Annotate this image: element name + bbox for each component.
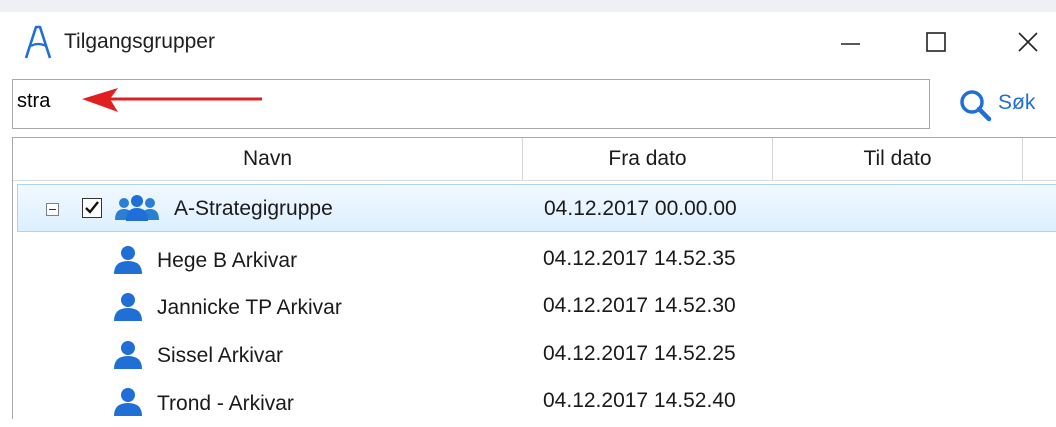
maximize-button[interactable]: [916, 22, 956, 60]
group-tree-grid: Navn Fra dato Til dato A-Strategigruppe …: [12, 137, 1056, 419]
from-date: 04.12.2017 14.52.35: [543, 247, 736, 270]
user-icon: [114, 341, 142, 369]
collapse-toggle[interactable]: [46, 203, 59, 216]
close-icon: [1018, 32, 1038, 52]
search-input-value: stra: [17, 90, 51, 112]
column-header-name[interactable]: Navn: [13, 138, 523, 180]
search-icon: [960, 90, 992, 122]
user-icon: [114, 246, 142, 274]
header-divider: [13, 180, 1056, 181]
minimize-button[interactable]: [830, 22, 870, 60]
maximize-icon: [926, 32, 946, 52]
member-name: Hege B Arkivar: [157, 249, 298, 272]
group-checkbox[interactable]: [82, 198, 102, 218]
table-row[interactable]: Trond - Arkivar 04.12.2017 14.52.40: [17, 379, 1056, 427]
window-title: Tilgangsgrupper: [64, 30, 215, 53]
from-date: 04.12.2017 00.00.00: [544, 197, 737, 220]
search-button-label: Søk: [998, 91, 1036, 114]
table-row-group[interactable]: A-Strategigruppe 04.12.2017 00.00.00: [17, 184, 1056, 232]
close-button[interactable]: [1008, 22, 1048, 60]
from-date: 04.12.2017 14.52.30: [543, 294, 736, 317]
minimize-icon: [841, 43, 860, 45]
search-button[interactable]: Søk: [958, 86, 1050, 122]
window-top-edge: [0, 0, 1056, 12]
member-name: Sissel Arkivar: [157, 344, 284, 367]
table-row[interactable]: Jannicke TP Arkivar 04.12.2017 14.52.30: [17, 284, 1056, 332]
user-group-icon: [115, 195, 159, 221]
table-row[interactable]: Sissel Arkivar 04.12.2017 14.52.25: [17, 332, 1056, 380]
column-header-from-date[interactable]: Fra dato: [523, 138, 773, 180]
member-name: Trond - Arkivar: [157, 392, 294, 415]
group-name: A-Strategigruppe: [174, 197, 333, 220]
user-icon: [114, 293, 142, 321]
column-header-to-date[interactable]: Til dato: [773, 138, 1023, 180]
member-name: Jannicke TP Arkivar: [157, 296, 342, 319]
from-date: 04.12.2017 14.52.25: [543, 342, 736, 365]
checkmark-icon: [85, 201, 99, 214]
table-row[interactable]: Hege B Arkivar 04.12.2017 14.52.35: [17, 237, 1056, 285]
from-date: 04.12.2017 14.52.40: [543, 389, 736, 412]
app-logo-icon: [24, 25, 52, 59]
annotation-arrow: [82, 88, 262, 112]
user-icon: [114, 388, 142, 416]
